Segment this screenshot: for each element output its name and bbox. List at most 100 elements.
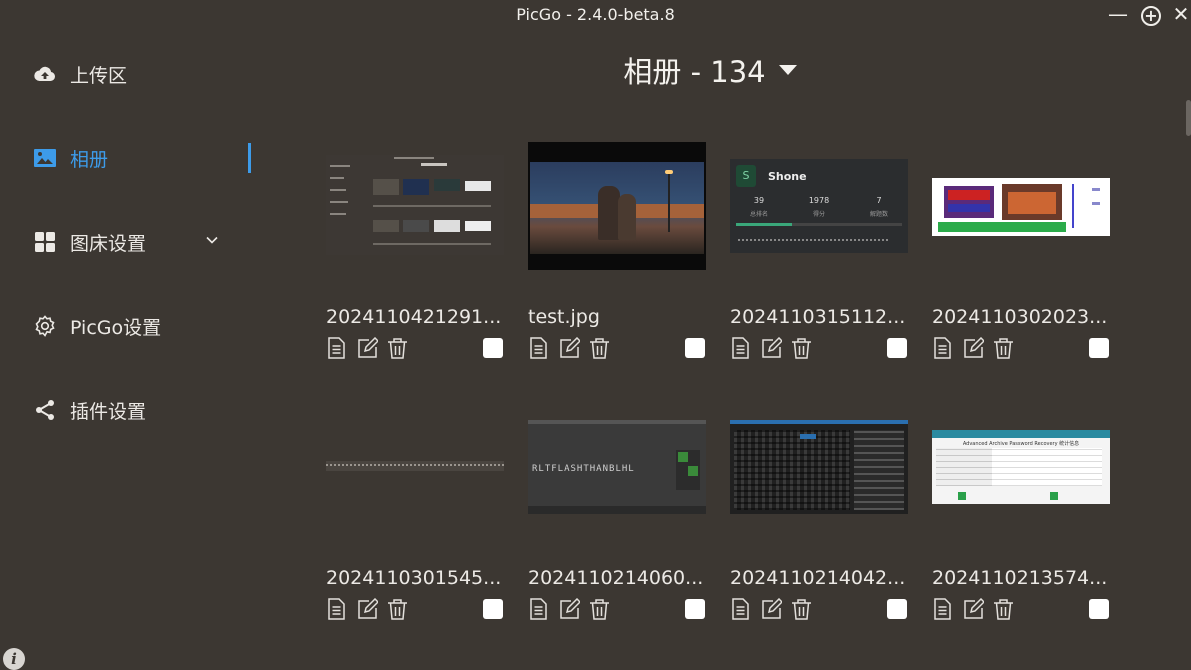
photo-thumbnail[interactable]: [528, 142, 706, 270]
edit-button[interactable]: [559, 597, 582, 620]
photo-thumbnail[interactable]: S Shone 39 1978 7 总排名 得分 解题数: [730, 159, 908, 253]
share-icon: [36, 400, 54, 420]
delete-button[interactable]: [993, 337, 1014, 359]
photo-filename: 2024110214060...: [528, 567, 704, 589]
document-icon: [934, 598, 951, 620]
edit-icon: [964, 336, 986, 358]
view-details-button[interactable]: [730, 337, 751, 359]
sidebar-item-label: 图床设置: [70, 232, 147, 255]
trash-icon: [388, 338, 407, 359]
edit-button[interactable]: [559, 336, 582, 359]
sidebar-item-label: 上传区: [70, 64, 128, 87]
active-indicator: [248, 143, 251, 173]
view-details-button[interactable]: [932, 337, 953, 359]
chevron-down-icon[interactable]: [205, 233, 219, 247]
delete-button[interactable]: [791, 337, 812, 359]
edit-button[interactable]: [963, 597, 986, 620]
select-checkbox[interactable]: [483, 599, 503, 619]
window-title: PicGo - 2.4.0-beta.8: [516, 5, 675, 24]
edit-icon: [358, 336, 380, 358]
select-checkbox[interactable]: [887, 599, 907, 619]
sidebar-item-label: 相册: [70, 148, 109, 171]
edit-icon: [358, 597, 380, 619]
view-details-button[interactable]: [932, 598, 953, 620]
cloud-upload-icon: [34, 66, 56, 81]
edit-icon: [762, 336, 784, 358]
trash-icon: [388, 599, 407, 620]
delete-button[interactable]: [387, 598, 408, 620]
trash-icon: [994, 599, 1013, 620]
document-icon: [732, 337, 749, 359]
photo-filename: 2024110315112...: [730, 306, 906, 328]
delete-button[interactable]: [993, 598, 1014, 620]
delete-button[interactable]: [387, 337, 408, 359]
sidebar-item-picgo-settings[interactable]: PicGo设置: [33, 309, 161, 343]
close-icon[interactable]: ✕: [1170, 3, 1191, 25]
select-checkbox[interactable]: [483, 338, 503, 358]
sidebar-item-picbed-settings[interactable]: 图床设置: [33, 225, 146, 259]
title-bar: PicGo - 2.4.0-beta.8 — + ✕: [0, 0, 1191, 30]
photo-thumbnail[interactable]: Advanced Archive Password Recovery 统计信息: [932, 430, 1110, 504]
photo-thumbnail[interactable]: [326, 155, 504, 255]
minimize-icon[interactable]: —: [1107, 3, 1129, 25]
view-details-button[interactable]: [326, 337, 347, 359]
edit-icon: [560, 597, 582, 619]
gear-icon: [35, 315, 55, 337]
photo-thumbnail[interactable]: RLTFLASHTHANBLHL: [528, 420, 706, 514]
photo-thumbnail[interactable]: [730, 420, 908, 514]
edit-button[interactable]: [761, 336, 784, 359]
sidebar-item-label: PicGo设置: [70, 316, 162, 339]
trash-icon: [994, 338, 1013, 359]
photo-filename: 2024110301545...: [326, 567, 502, 589]
trash-icon: [590, 338, 609, 359]
view-details-button[interactable]: [528, 337, 549, 359]
select-checkbox[interactable]: [685, 599, 705, 619]
photo-filename: 2024110421291...: [326, 306, 502, 328]
photo-thumbnail[interactable]: [326, 461, 504, 471]
image-icon: [34, 149, 56, 167]
document-icon: [530, 337, 547, 359]
document-icon: [530, 598, 547, 620]
edit-icon: [964, 597, 986, 619]
edit-button[interactable]: [761, 597, 784, 620]
photo-filename: 2024110214042...: [730, 567, 906, 589]
trash-icon: [590, 599, 609, 620]
photo-thumbnail[interactable]: [932, 178, 1110, 236]
scrollbar[interactable]: [1186, 100, 1191, 136]
edit-button[interactable]: [963, 336, 986, 359]
edit-button[interactable]: [357, 336, 380, 359]
sidebar-item-upload[interactable]: 上传区: [33, 57, 127, 91]
delete-button[interactable]: [791, 598, 812, 620]
photo-filename: 2024110213574...: [932, 567, 1108, 589]
photo-filename: test.jpg: [528, 306, 600, 328]
caret-down-icon: [778, 65, 797, 75]
edit-icon: [560, 336, 582, 358]
photo-filename: 2024110302023...: [932, 306, 1108, 328]
sidebar: 上传区 相册 图床设置 PicGo设置 插件设置: [0, 30, 270, 666]
maximize-icon[interactable]: +: [1140, 3, 1162, 26]
select-checkbox[interactable]: [685, 338, 705, 358]
select-checkbox[interactable]: [887, 338, 907, 358]
sidebar-item-label: 插件设置: [70, 400, 147, 423]
sidebar-item-plugin-settings[interactable]: 插件设置: [33, 393, 146, 427]
document-icon: [732, 598, 749, 620]
trash-icon: [792, 338, 811, 359]
select-checkbox[interactable]: [1089, 338, 1109, 358]
document-icon: [328, 337, 345, 359]
page-title: 相册 - 134: [623, 55, 766, 89]
view-details-button[interactable]: [528, 598, 549, 620]
document-icon: [934, 337, 951, 359]
grid-icon: [35, 232, 55, 252]
sidebar-item-album[interactable]: 相册: [33, 141, 108, 175]
delete-button[interactable]: [589, 598, 610, 620]
edit-button[interactable]: [357, 597, 380, 620]
edit-icon: [762, 597, 784, 619]
document-icon: [328, 598, 345, 620]
album-title-dropdown[interactable]: 相册 - 134: [560, 50, 860, 90]
info-icon[interactable]: i: [3, 648, 25, 670]
view-details-button[interactable]: [730, 598, 751, 620]
delete-button[interactable]: [589, 337, 610, 359]
trash-icon: [792, 599, 811, 620]
view-details-button[interactable]: [326, 598, 347, 620]
select-checkbox[interactable]: [1089, 599, 1109, 619]
